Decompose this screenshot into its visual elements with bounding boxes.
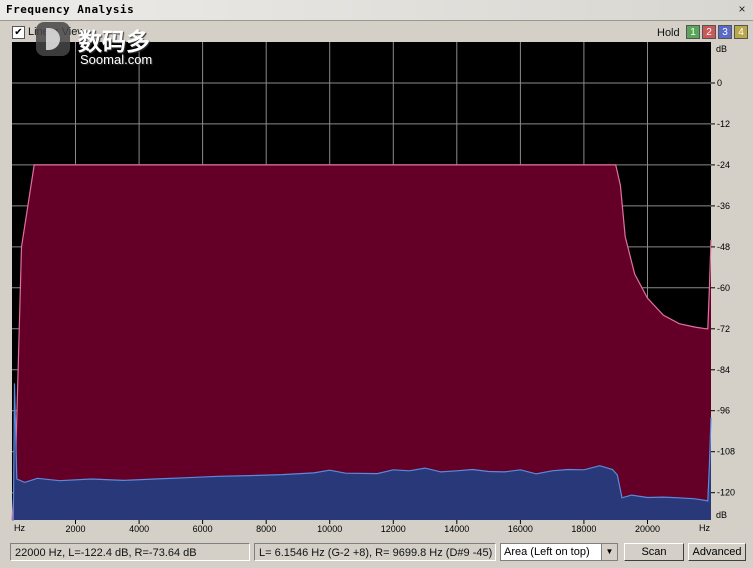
x-tick-label: 2000: [65, 524, 85, 534]
x-tick-label: 10000: [317, 524, 342, 534]
hold-button-4[interactable]: 4: [734, 25, 748, 39]
right-channel-area: [12, 164, 711, 520]
toolbar: ✔ Linear View Hold 1 2 3 4: [0, 21, 753, 43]
advanced-button[interactable]: Advanced: [688, 543, 746, 561]
hold-button-1[interactable]: 1: [686, 25, 700, 39]
hold-label: Hold: [657, 27, 680, 39]
x-unit-label-right: Hz: [699, 523, 710, 533]
y-tick-label: -48: [717, 242, 730, 252]
x-tick-label: 16000: [508, 524, 533, 534]
title-bar[interactable]: Frequency Analysis ×: [0, 0, 753, 21]
y-tick-label: -24: [717, 160, 730, 170]
x-tick-label: 12000: [381, 524, 406, 534]
linear-view-checkbox[interactable]: ✔: [12, 26, 25, 39]
y-tick-label: -36: [717, 201, 730, 211]
peak-readout: L= 6.1546 Hz (G-2 +8), R= 9699.8 Hz (D#9…: [254, 543, 496, 561]
view-mode-select[interactable]: Area (Left on top) ▼: [500, 543, 618, 561]
window-title: Frequency Analysis: [6, 3, 135, 16]
linear-view-label[interactable]: Linear View: [28, 26, 85, 38]
x-tick-label: 8000: [256, 524, 276, 534]
x-tick-label: 18000: [571, 524, 596, 534]
view-mode-value: Area (Left on top): [504, 546, 590, 558]
hold-button-2[interactable]: 2: [702, 25, 716, 39]
y-tick-label: -84: [717, 365, 730, 375]
hold-button-3[interactable]: 3: [718, 25, 732, 39]
series-layer: [11, 164, 712, 521]
y-tick-label: -120: [717, 488, 735, 498]
x-tick-label: 4000: [129, 524, 149, 534]
x-unit-label-left: Hz: [14, 523, 25, 533]
y-tick-label: -12: [717, 119, 730, 129]
status-bar: 22000 Hz, L=-122.4 dB, R=-73.64 dB L= 6.…: [0, 540, 753, 568]
y-unit-label-top: dB: [716, 44, 727, 54]
x-tick-label: 6000: [193, 524, 213, 534]
y-tick-label: 0: [717, 78, 722, 88]
cursor-readout: 22000 Hz, L=-122.4 dB, R=-73.64 dB: [10, 543, 250, 561]
y-tick-label: -96: [717, 406, 730, 416]
y-tick-label: -72: [717, 324, 730, 334]
frequency-graph[interactable]: 0 -12 -24 -36 -48 -60 -72 -84 -96 -108 -120 2000 40…: [0, 42, 753, 536]
scan-button[interactable]: Scan: [624, 543, 684, 561]
x-tick-label: 14000: [444, 524, 469, 534]
close-icon[interactable]: ×: [735, 2, 749, 16]
y-tick-label: -108: [717, 447, 735, 457]
frequency-analysis-window: Frequency Analysis × ✔ Linear View Hold …: [0, 0, 753, 568]
y-unit-label-bottom: dB: [716, 510, 727, 520]
chevron-down-icon[interactable]: ▼: [601, 544, 617, 560]
y-tick-label: -60: [717, 283, 730, 293]
x-tick-label: 20000: [635, 524, 660, 534]
